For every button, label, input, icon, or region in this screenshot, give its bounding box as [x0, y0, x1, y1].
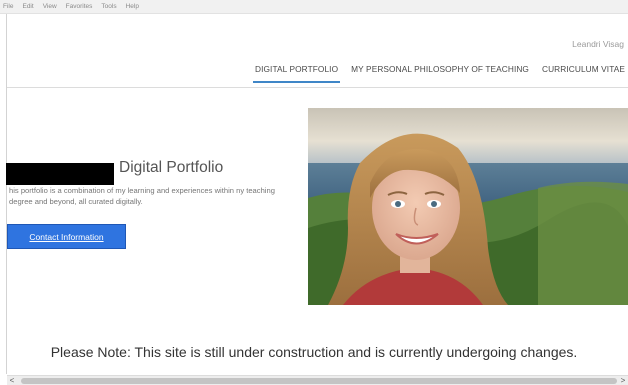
scroll-right-arrow-icon[interactable]: > — [618, 376, 628, 385]
page-title: Digital Portfolio — [119, 159, 224, 176]
redaction-bar — [6, 163, 114, 185]
scrollbar-thumb[interactable] — [21, 378, 617, 384]
portfolio-description: his portfolio is a combination of my lea… — [9, 186, 275, 206]
horizontal-scrollbar[interactable]: < > — [7, 375, 628, 385]
browser-menu-bar: File Edit View Favorites Tools Help — [0, 0, 628, 14]
main-navigation: DIGITAL PORTFOLIO MY PERSONAL PHILOSOPHY… — [252, 64, 628, 83]
menu-edit[interactable]: Edit — [22, 3, 33, 10]
tab-philosophy-of-teaching[interactable]: MY PERSONAL PHILOSOPHY OF TEACHING — [351, 64, 529, 80]
construction-notice: Please Note: This site is still under co… — [50, 344, 578, 360]
menu-view[interactable]: View — [43, 3, 57, 10]
tab-curriculum-vitae[interactable]: CURRICULUM VITAE (CV — [542, 64, 628, 80]
menu-favorites[interactable]: Favorites — [66, 3, 93, 10]
site-owner-name[interactable]: Leandri Visag — [572, 39, 624, 49]
menu-file[interactable]: File — [3, 3, 13, 10]
menu-help[interactable]: Help — [126, 3, 139, 10]
header-divider — [7, 87, 628, 88]
tab-digital-portfolio[interactable]: DIGITAL PORTFOLIO — [252, 64, 341, 83]
scroll-left-arrow-icon[interactable]: < — [7, 376, 17, 385]
menu-tools[interactable]: Tools — [101, 3, 116, 10]
profile-photo — [308, 108, 628, 305]
contact-information-button[interactable]: Contact Information — [7, 224, 126, 249]
frame-divider — [6, 14, 7, 374]
